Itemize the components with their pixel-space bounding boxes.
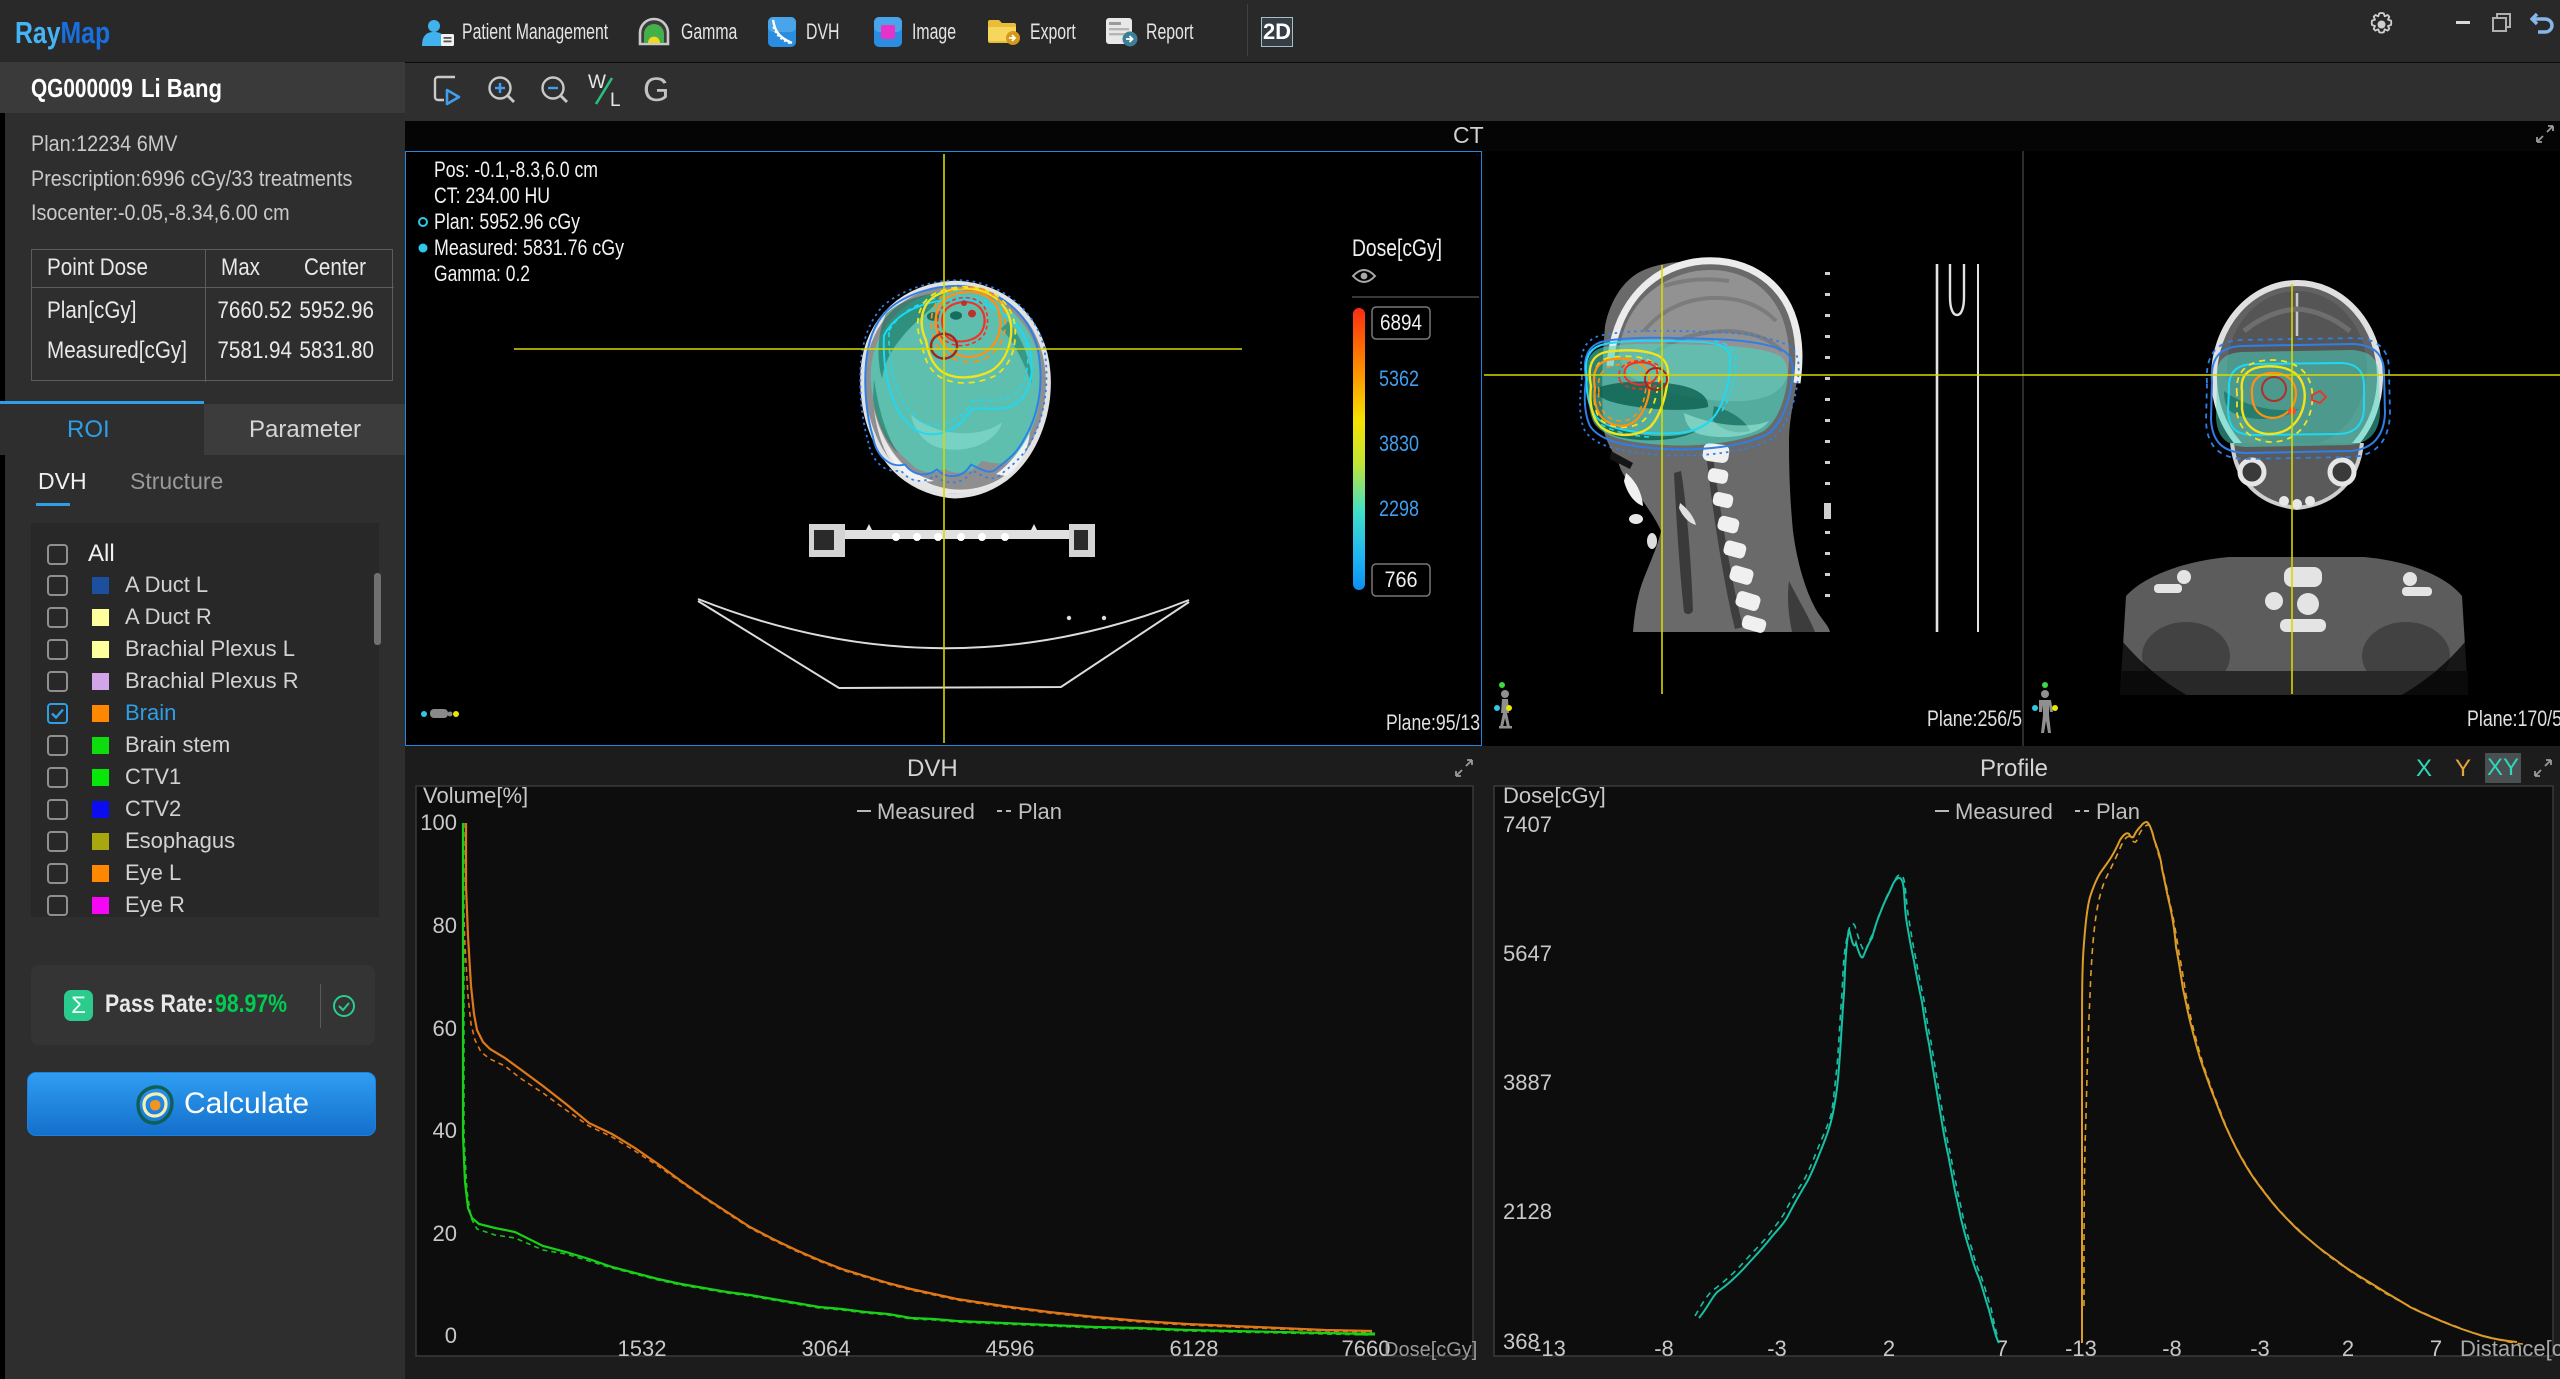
svg-text:-8: -8 [2162,1336,2182,1361]
svg-text:766: 766 [1385,567,1418,592]
svg-text:2: 2 [1883,1336,1895,1361]
svg-text:Plan: 5952.96 cGy: Plan: 5952.96 cGy [434,209,580,234]
svg-text:5647: 5647 [1503,941,1552,966]
svg-text:4596: 4596 [986,1336,1035,1361]
svg-text:60: 60 [433,1016,457,1041]
svg-text:3830: 3830 [1379,431,1419,456]
svg-text:Plane:95/13: Plane:95/13 [1386,710,1480,735]
svg-text:-3: -3 [2250,1336,2270,1361]
svg-text:Dose[cGy]: Dose[cGy] [1352,235,1442,262]
svg-text:Dose[cGy]: Dose[cGy] [1384,1339,1477,1361]
svg-text:5362: 5362 [1379,366,1419,391]
svg-text:3064: 3064 [802,1336,851,1361]
svg-text:2: 2 [2342,1336,2354,1361]
svg-text:Plane:256/5: Plane:256/5 [1927,706,2022,731]
svg-text:20: 20 [433,1221,457,1246]
svg-text:3887: 3887 [1503,1070,1552,1095]
svg-text:Pos: -0.1,-8.3,6.0 cm: Pos: -0.1,-8.3,6.0 cm [434,157,598,182]
svg-text:2128: 2128 [1503,1199,1552,1224]
svg-text:80: 80 [433,913,457,938]
svg-text:40: 40 [433,1118,457,1143]
svg-text:7: 7 [2430,1336,2442,1361]
svg-text:6894: 6894 [1380,310,1422,335]
svg-text:7407: 7407 [1503,812,1552,837]
svg-text:Plan: Plan [1018,799,1062,824]
svg-text:CT: 234.00 HU: CT: 234.00 HU [434,183,550,208]
svg-text:Measured: 5831.76 cGy: Measured: 5831.76 cGy [434,235,624,260]
svg-text:6128: 6128 [1170,1336,1219,1361]
svg-text:2298: 2298 [1379,496,1419,521]
svg-text:0: 0 [445,1323,457,1348]
svg-text:1532: 1532 [618,1336,667,1361]
svg-text:Plane:170/5: Plane:170/5 [2467,706,2560,731]
svg-text:Measured: Measured [1955,799,2053,824]
svg-text:L: L [610,90,621,110]
svg-text:Volume[%]: Volume[%] [423,783,528,808]
svg-text:Measured: Measured [877,799,975,824]
svg-text:Gamma: 0.2: Gamma: 0.2 [434,261,530,286]
svg-text:Distance[cm]: Distance[cm] [2460,1336,2560,1361]
svg-text:-8: -8 [1654,1336,1674,1361]
svg-text:-13: -13 [1534,1336,1566,1361]
svg-text:Plan: Plan [2096,799,2140,824]
svg-text:-3: -3 [1767,1336,1787,1361]
svg-text:100: 100 [420,810,457,835]
svg-text:Dose[cGy]: Dose[cGy] [1503,783,1606,808]
